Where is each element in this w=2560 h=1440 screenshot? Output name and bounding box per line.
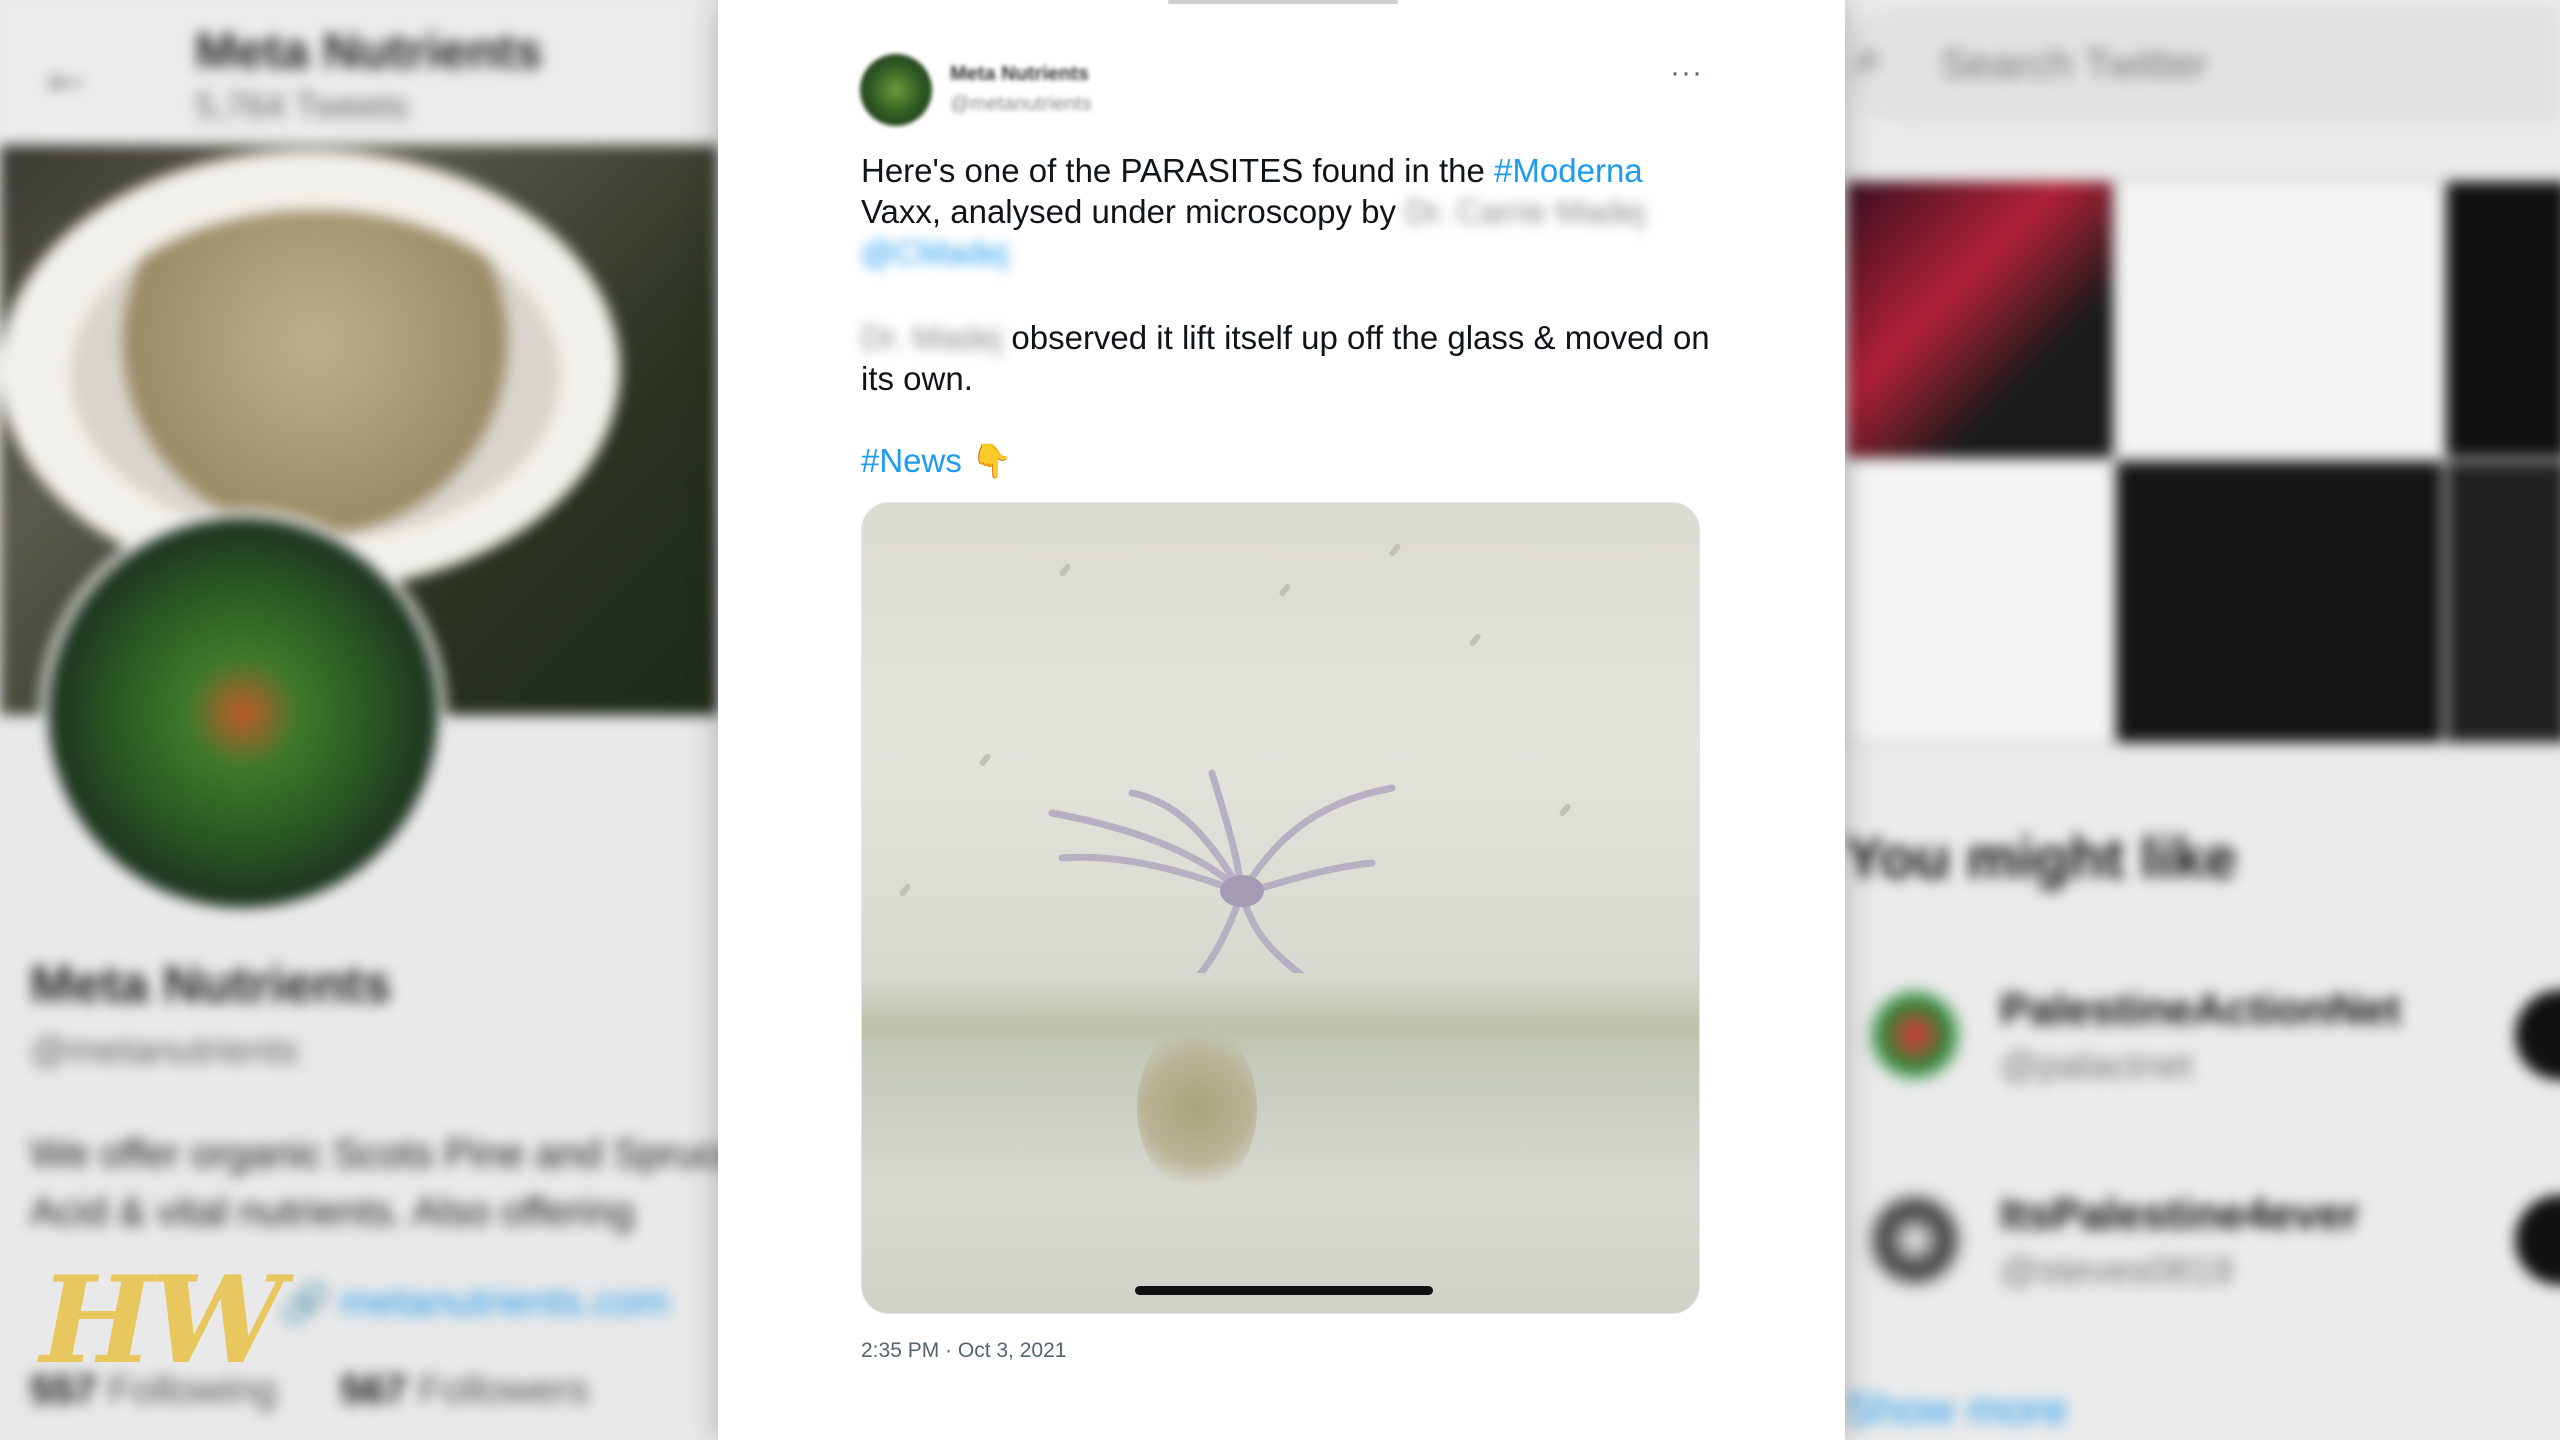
media-speck [978,752,992,768]
sidebar-panel-background: ⌕ Search Twitter You might like Palestin… [1845,0,2560,1440]
you-might-like-heading: You might like [1845,826,2238,891]
author-name[interactable]: Meta Nutrients [950,63,1089,86]
media-blob [1137,1023,1257,1193]
show-more-link[interactable]: Show more [1845,1385,2068,1435]
redacted-name: Dr. Carrie Madej [1405,193,1646,230]
hashtag-moderna-link[interactable]: #Moderna [1494,152,1643,189]
pointing-down-emoji-icon: 👇 [971,442,1013,479]
redacted-mention-link[interactable]: @CMadej [861,234,1008,271]
suggestion-item[interactable]: PalestineActionNet @palactnet [1845,965,2560,1115]
author-handle[interactable]: @metanutrients [950,93,1091,116]
video-progress-bar[interactable] [1135,1286,1433,1295]
sidebar-blurred-content: ⌕ Search Twitter You might like Palestin… [1845,0,2560,1440]
profile-bio: We offer organic Scots Pine and Spruce A… [30,1132,718,1234]
media-tile-3[interactable] [2445,180,2560,459]
media-speck [1388,542,1402,558]
profile-tweet-count: 5,764 Tweets [195,85,409,126]
suggestion-handle: @palactnet [2000,1045,2193,1087]
follow-button[interactable] [2515,990,2560,1080]
suggestion-item[interactable]: ItsPalestine4ever @steves0819 [1845,1170,2560,1320]
media-tile-6[interactable] [2445,460,2560,744]
tweet-paragraph-1: Here's one of the PARASITES found in the… [861,150,1711,273]
banner-tea-shape [70,210,560,540]
profile-avatar[interactable] [40,510,446,916]
profile-blurred-content: ← Meta Nutrients 5,764 Tweets Meta Nutri… [0,0,718,1440]
profile-handle: @metanutrients [30,1030,299,1072]
redacted-name: Dr. Madej [861,319,1003,356]
suggestion-avatar [1865,985,1965,1085]
profile-header-name: Meta Nutrients [195,23,543,79]
suggestion-handle: @steves0819 [2000,1250,2233,1292]
media-tile-1[interactable] [1845,180,2114,459]
profile-panel-background: ← Meta Nutrients 5,764 Tweets Meta Nutri… [0,0,718,1440]
tweet-timestamp[interactable]: 2:35 PM · Oct 3, 2021 [861,1339,1066,1363]
link-icon: 🔗 [280,1282,330,1326]
tweet-paragraph-3: #News 👇 [861,440,1711,481]
suggestion-avatar [1865,1190,1965,1290]
hashtag-news-link[interactable]: #News [861,442,962,479]
arrow-left-icon[interactable]: ← [38,40,94,105]
tweet-paragraph-2: Dr. Madej observed it lift itself up off… [861,317,1711,399]
tweet-video[interactable] [861,502,1700,1314]
media-speck [1278,582,1292,598]
media-speck [1058,562,1072,578]
author-avatar[interactable] [860,54,932,126]
media-speck [898,882,912,898]
more-options-icon[interactable]: ··· [1670,56,1703,90]
follow-button[interactable] [2515,1195,2560,1285]
media-sediment-band [862,973,1699,1083]
media-tile-5[interactable] [2115,460,2444,744]
tweet-card[interactable]: Meta Nutrients @metanutrients ··· Here's… [718,0,1845,1440]
channel-watermark-logo: HW [40,1250,284,1391]
media-speck [1558,802,1572,818]
microscope-specimen-image [1048,769,1396,973]
followers-count[interactable]: 567 Followers [340,1368,589,1413]
drag-handle [1168,0,1398,4]
media-tile-2[interactable] [2115,180,2444,459]
media-tile-4[interactable] [1845,460,2114,744]
media-speck [1468,632,1482,648]
suggestion-name: ItsPalestine4ever [2000,1190,2360,1239]
profile-display-name: Meta Nutrients [30,956,392,1014]
followers-label: Followers [417,1368,590,1412]
profile-website-link[interactable]: metanutrients.com [340,1280,669,1325]
followers-number: 567 [340,1368,407,1412]
search-icon: ⌕ [1855,29,1883,85]
tweet-text-segment: Vaxx, analysed under microscopy by [861,193,1406,230]
suggestion-name: PalestineActionNet [2000,985,2401,1034]
search-input[interactable]: Search Twitter [1940,40,2208,88]
tweet-text-segment: Here's one of the PARASITES found in the [861,152,1495,189]
